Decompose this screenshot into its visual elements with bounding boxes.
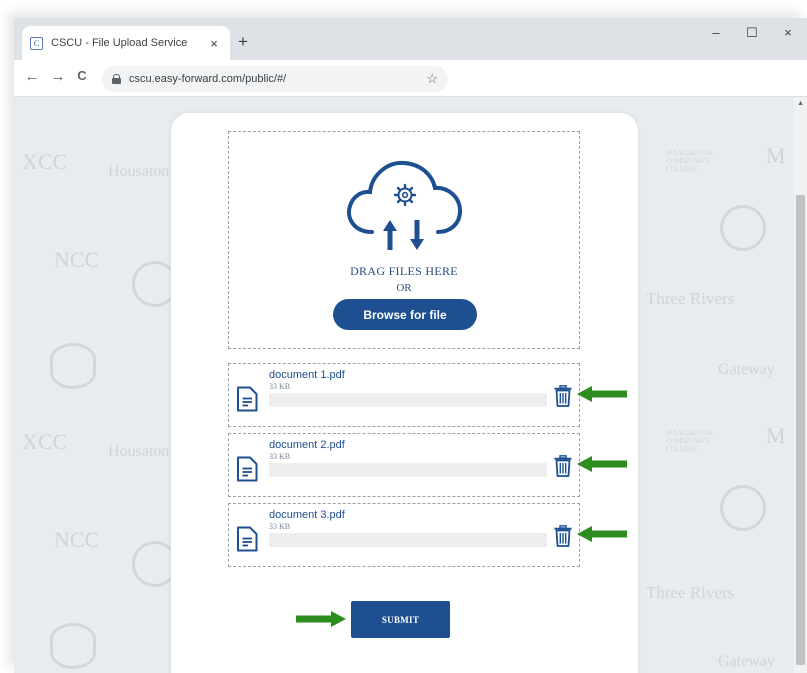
minimize-button[interactable]: –: [706, 25, 726, 40]
bg-logo-manchester: MANCHESTER COMMUNITY COLLEGE: [666, 149, 714, 173]
close-window-button[interactable]: ×: [778, 25, 798, 40]
bg-logo-housatonic-2: Housatonic: [108, 443, 181, 460]
document-icon: [237, 526, 258, 552]
bg-logo-m: M: [766, 143, 786, 168]
tab-strip: C CSCU - File Upload Service × + – ☐ ×: [14, 18, 807, 60]
upload-progress-bar: [269, 463, 547, 477]
url-text[interactable]: cscu.easy-forward.com/public/#/: [129, 73, 426, 85]
browser-tab[interactable]: C CSCU - File Upload Service ×: [22, 26, 230, 60]
green-arrow-icon: [577, 456, 627, 472]
green-arrow-icon: [577, 386, 627, 402]
bg-logo-cc-2: XCC: [22, 429, 68, 454]
bg-logo-seal-right-2: [720, 485, 766, 531]
drag-files-text: DRAG FILES HERE: [350, 264, 458, 278]
upload-progress-bar: [269, 393, 547, 407]
bg-logo-gateway: Gateway: [718, 361, 775, 378]
lock-icon[interactable]: [112, 74, 121, 84]
upload-card: DRAG FILES HERE OR Browse for file docum…: [171, 113, 638, 673]
reload-button[interactable]: C: [72, 68, 92, 83]
drop-zone[interactable]: DRAG FILES HERE OR Browse for file: [228, 131, 580, 349]
document-icon: [237, 386, 258, 412]
file-size: 33 KB: [269, 382, 291, 391]
browser-toolbar: ← → C cscu.easy-forward.com/public/#/ ☆: [14, 60, 807, 96]
file-name: document 3.pdf: [269, 509, 345, 521]
forward-button[interactable]: →: [48, 68, 68, 85]
document-icon: [237, 456, 258, 482]
page-content: XCC Housatonic NCC XCC Housatonic NCC MA…: [14, 96, 807, 673]
new-tab-button[interactable]: +: [238, 32, 248, 52]
browser-window: C CSCU - File Upload Service × + – ☐ × ←…: [14, 18, 807, 673]
bg-logo-oval: [50, 343, 96, 389]
trash-icon[interactable]: [553, 525, 573, 547]
scroll-thumb[interactable]: [796, 195, 805, 665]
trash-icon[interactable]: [553, 455, 573, 477]
bg-logo-housatonic: Housatonic: [108, 163, 181, 180]
address-bar[interactable]: cscu.easy-forward.com/public/#/ ☆: [102, 66, 448, 92]
bg-logo-manchester-2: MANCHESTER COMMUNITY COLLEGE: [666, 429, 714, 453]
cloud-upload-gear-icon: [347, 160, 463, 250]
file-row: document 1.pdf 33 KB: [228, 363, 580, 427]
file-name: document 2.pdf: [269, 439, 345, 451]
submit-button[interactable]: SUBMIT: [351, 601, 450, 638]
bg-logo-ncc: NCC: [54, 247, 100, 272]
bg-logo-three-rivers-2: Three Rivers: [646, 583, 735, 602]
file-size: 33 KB: [269, 522, 291, 531]
or-text: OR: [396, 282, 412, 294]
scroll-up-icon[interactable]: ▲: [797, 100, 804, 107]
bg-logo-gateway-2: Gateway: [718, 653, 775, 670]
page-scrollbar[interactable]: ▲: [794, 97, 807, 673]
file-row: document 3.pdf 33 KB: [228, 503, 580, 567]
upload-progress-bar: [269, 533, 547, 547]
tab-title: CSCU - File Upload Service: [51, 37, 188, 49]
file-size: 33 KB: [269, 452, 291, 461]
green-arrow-icon: [577, 526, 627, 542]
back-button[interactable]: ←: [22, 68, 42, 85]
browse-for-file-button[interactable]: Browse for file: [333, 299, 477, 330]
trash-icon[interactable]: [553, 385, 573, 407]
favicon-icon: C: [30, 36, 43, 50]
bg-logo-cc: XCC: [22, 149, 68, 174]
maximize-button[interactable]: ☐: [742, 25, 762, 41]
bg-logo-seal-right: [720, 205, 766, 251]
file-name: document 1.pdf: [269, 369, 345, 381]
bg-logo-three-rivers: Three Rivers: [646, 289, 735, 308]
green-arrow-icon: [296, 611, 346, 627]
bg-logo-ncc-2: NCC: [54, 527, 100, 552]
file-row: document 2.pdf 33 KB: [228, 433, 580, 497]
bg-logo-m-2: M: [766, 423, 786, 448]
tab-close-icon[interactable]: ×: [206, 36, 222, 51]
star-icon[interactable]: ☆: [426, 71, 438, 87]
bg-logo-oval-2: [50, 623, 96, 669]
